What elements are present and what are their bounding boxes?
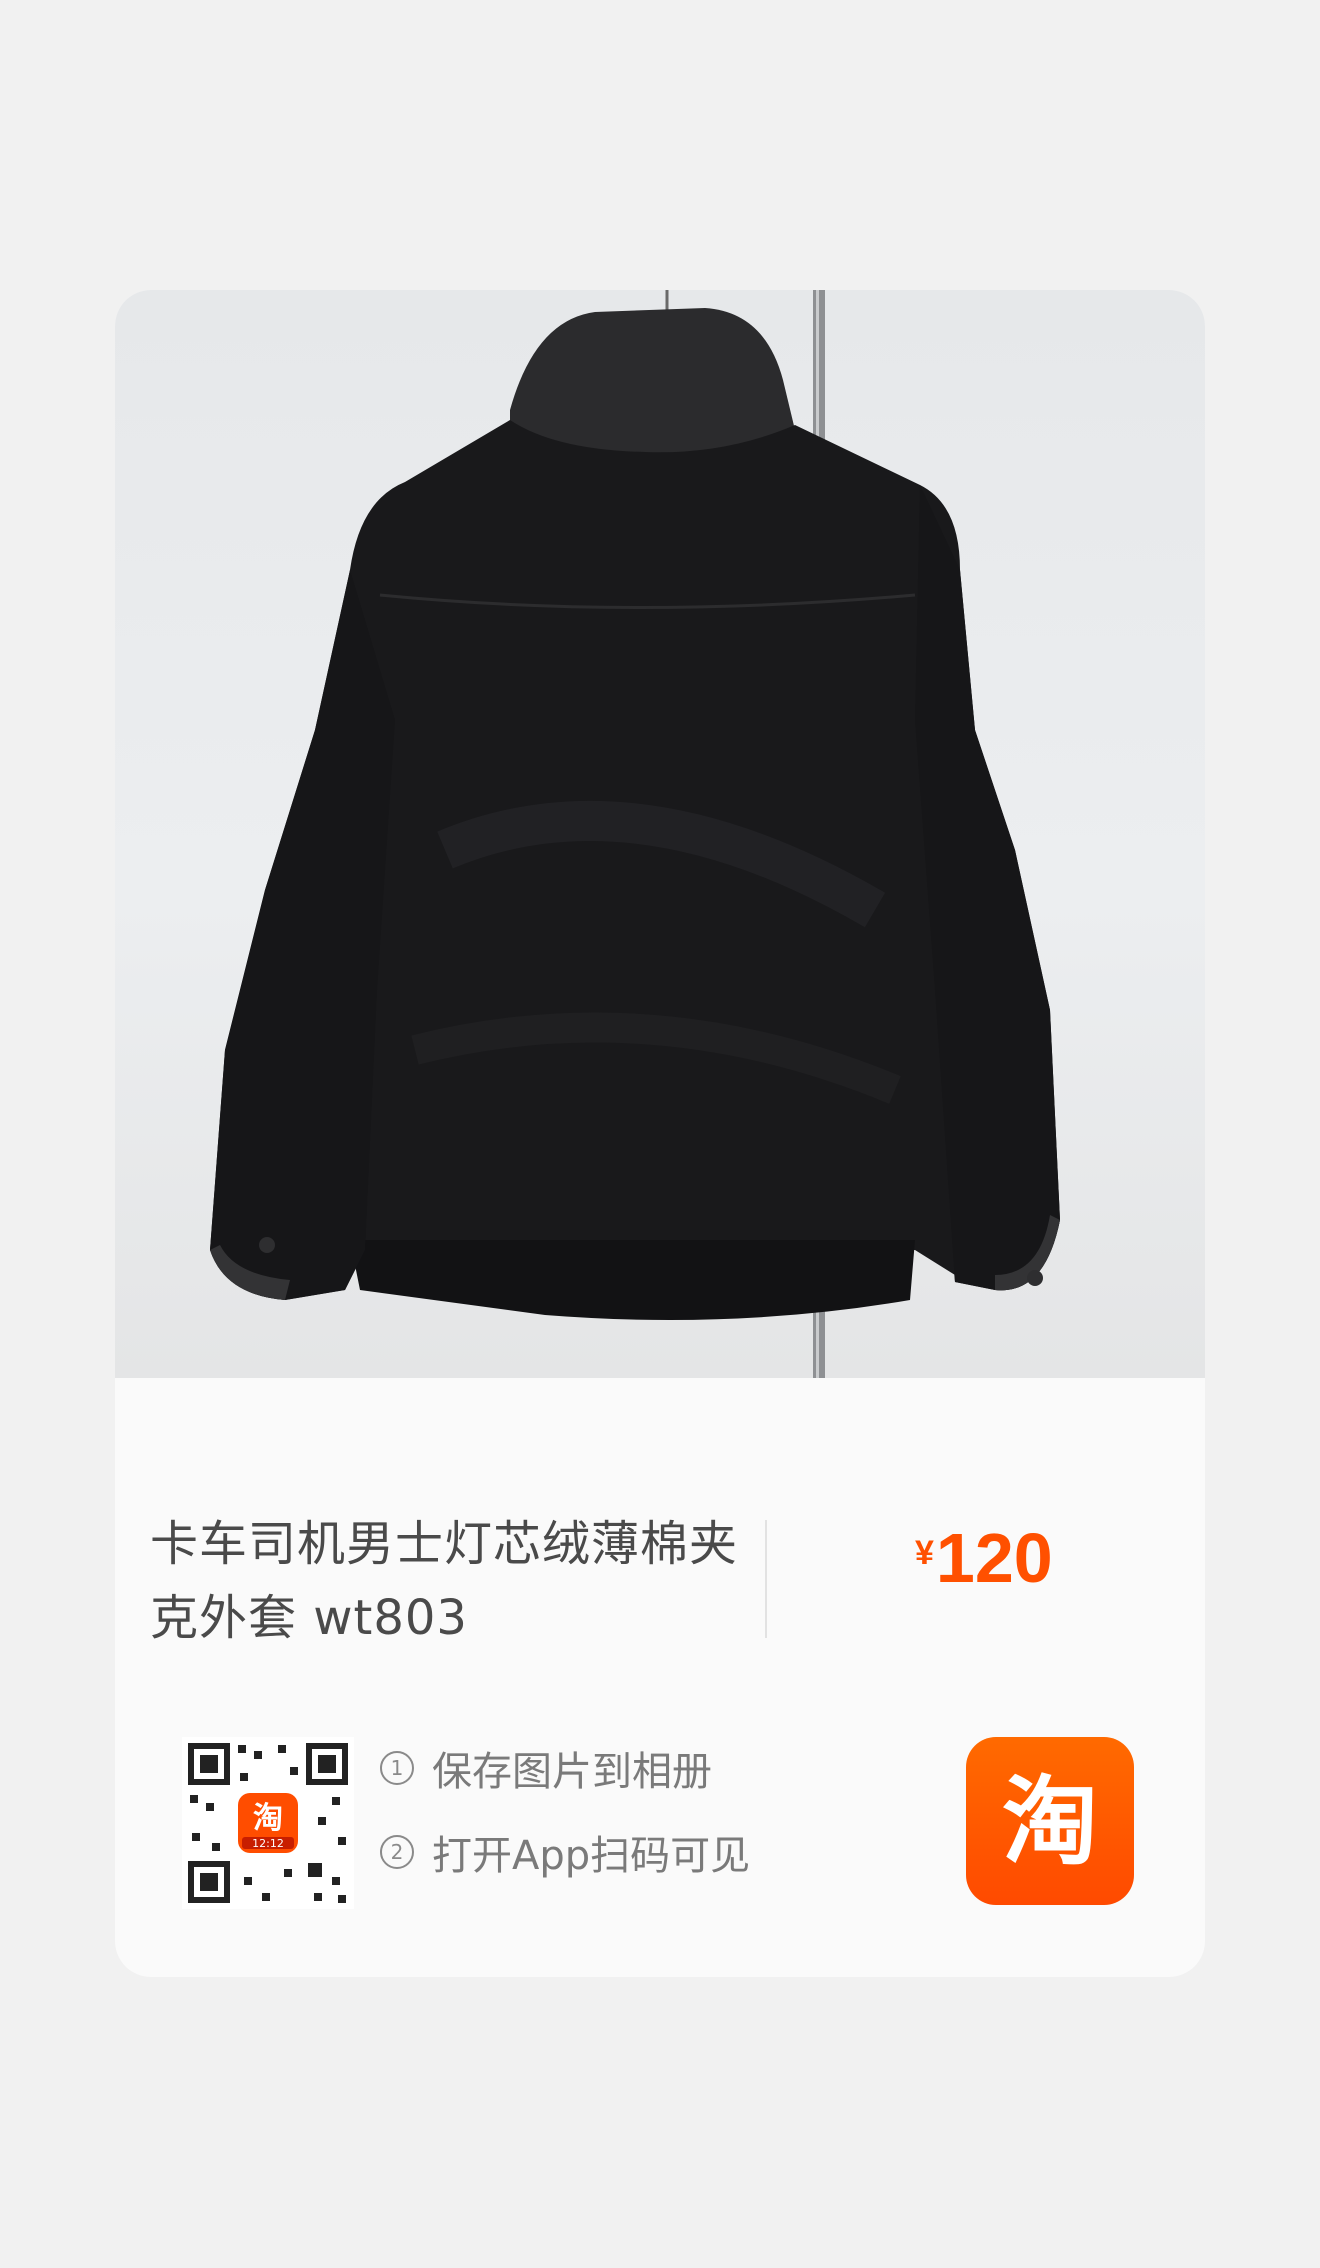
step-item: 1 保存图片到相册	[380, 1743, 750, 1795]
step-text: 保存图片到相册	[432, 1749, 712, 1795]
taobao-icon[interactable]: 淘	[966, 1737, 1134, 1905]
product-price: ¥120	[915, 1518, 1053, 1598]
step-number: 1	[380, 1751, 414, 1785]
qr-code-image: 淘 12:12	[182, 1737, 354, 1909]
svg-text:淘: 淘	[253, 1801, 283, 1836]
qr-badge-text: 12:12	[252, 1837, 284, 1850]
taobao-logo-glyph: 淘	[1002, 1766, 1098, 1878]
currency-symbol: ¥	[915, 1534, 934, 1572]
product-title[interactable]: 卡车司机男士灯芯绒薄棉夹克外套 wt803	[150, 1507, 750, 1655]
step-item: 2 打开App扫码可见	[380, 1827, 750, 1879]
step-number: 2	[380, 1835, 414, 1869]
jacket-image	[210, 290, 1060, 1378]
share-card: 卡车司机男士灯芯绒薄棉夹克外套 wt803 ¥120 淘 12:12 1 保存图…	[115, 290, 1205, 1977]
qr-code[interactable]: 淘 12:12	[182, 1737, 354, 1909]
price-value: 120	[935, 1519, 1053, 1597]
step-text: 打开App扫码可见	[432, 1833, 751, 1879]
svg-text:淘: 淘	[1002, 1766, 1098, 1878]
product-photo[interactable]	[115, 290, 1205, 1378]
divider	[765, 1520, 767, 1638]
scan-instructions: 1 保存图片到相册 2 打开App扫码可见	[380, 1743, 750, 1911]
